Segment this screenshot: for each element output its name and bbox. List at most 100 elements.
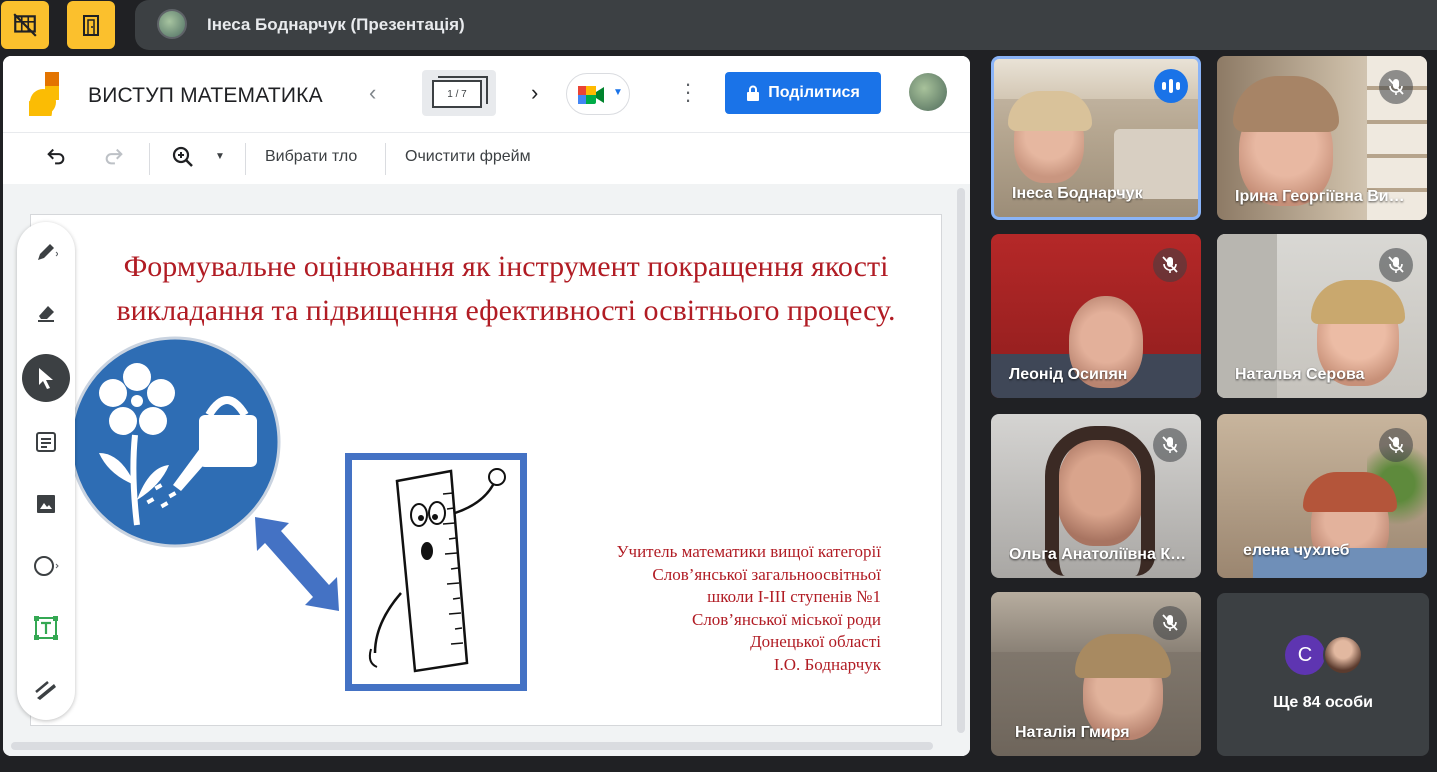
cursor-arrow-icon — [39, 368, 53, 389]
mic-off-icon — [1379, 70, 1413, 104]
caret-down-icon: ▼ — [215, 151, 225, 162]
text-box-button[interactable] — [22, 604, 70, 652]
hide-tiles-button[interactable] — [1, 1, 49, 49]
share-button[interactable]: Поділитися — [725, 72, 881, 114]
dropdown-arrow-icon: ▼ — [613, 87, 623, 98]
clear-frame-button[interactable]: Очистити фрейм — [405, 148, 531, 166]
participant-name: Леонід Осипян — [1009, 366, 1128, 383]
lock-icon — [747, 85, 760, 101]
mic-off-icon — [1153, 606, 1187, 640]
redo-icon — [105, 148, 123, 165]
exit-layout-button[interactable] — [67, 1, 115, 49]
more-participants-label: Ще 84 особи — [1273, 694, 1373, 711]
select-tool-button[interactable] — [22, 354, 70, 402]
participant-tile[interactable]: елена чухлеб — [1217, 414, 1427, 578]
participant-name: Наталья Серова — [1235, 366, 1365, 383]
previous-frame-button[interactable]: ‹ — [369, 80, 376, 106]
shape-tool-button[interactable] — [22, 542, 70, 590]
presenter-avatar — [157, 9, 187, 39]
pen-tool-button[interactable] — [22, 228, 70, 276]
author-line: Слов’янської міської роди — [691, 609, 881, 629]
undo-icon — [47, 148, 65, 165]
participant-initial-avatar: С — [1285, 635, 1325, 675]
jamboard-logo-icon — [29, 72, 59, 116]
set-background-button[interactable]: Вибрати тло — [265, 148, 357, 166]
google-meet-icon — [578, 86, 604, 104]
participant-name: Ольга Анатоліївна Коваленко — [1009, 546, 1189, 563]
jamboard-toolbar: ▼ Вибрати тло Очистити фрейм — [3, 132, 970, 184]
participant-name: Наталія Гмиря — [1015, 724, 1130, 741]
speaking-indicator-icon — [1154, 69, 1188, 103]
account-avatar[interactable] — [909, 73, 947, 111]
author-info: Учитель математики вищої категорії Слов’… — [551, 541, 881, 676]
participant-name: Ірина Георгіївна Вишнякова — [1235, 188, 1415, 205]
undo-button[interactable] — [45, 145, 67, 173]
mic-off-icon — [1153, 248, 1187, 282]
author-line: школи І-ІІІ ступенів №1 — [707, 587, 881, 606]
laser-pointer-icon — [35, 681, 56, 700]
slide-frame: Формувальне оцінювання як інструмент пок… — [30, 214, 942, 726]
toolbar-divider — [149, 143, 150, 175]
sticky-note-button[interactable] — [22, 418, 70, 466]
author-line: Учитель математики вищої категорії — [616, 542, 881, 561]
toolbar-divider — [385, 143, 386, 175]
chevron-left-icon: ‹ — [369, 80, 377, 105]
author-line: Слов’янської загальноосвітньої — [652, 564, 881, 584]
frame-bar-button[interactable]: 1 / 7 — [422, 70, 496, 116]
add-image-button[interactable] — [22, 480, 70, 528]
vertical-scrollbar[interactable] — [957, 188, 965, 733]
mic-off-icon — [1379, 428, 1413, 462]
participant-tile[interactable]: Наталія Гмиря — [991, 592, 1201, 756]
presentation-chip[interactable]: Інеса Боднарчук (Презентація) — [135, 0, 1437, 50]
toolbar-divider — [245, 143, 246, 175]
laser-tool-button[interactable] — [22, 666, 70, 714]
next-frame-button[interactable]: › — [531, 80, 538, 106]
zoom-dropdown-button[interactable]: ▼ — [215, 151, 225, 162]
jam-title[interactable]: ВИСТУП МАТЕМАТИКА — [88, 84, 323, 108]
eraser-icon — [38, 306, 54, 322]
participant-tile[interactable]: Наталья Серова — [1217, 234, 1427, 398]
participant-tile[interactable]: Ірина Георгіївна Вишнякова — [1217, 56, 1427, 220]
participant-video — [1008, 91, 1092, 131]
zoom-in-icon — [172, 146, 193, 167]
text-box-icon — [34, 616, 58, 640]
circle-shape-icon — [34, 556, 59, 576]
grid-off-icon — [13, 13, 37, 37]
drawing-tools-palette — [17, 222, 75, 720]
more-vert-icon: · · · — [684, 71, 692, 112]
participant-tile[interactable]: Леонід Осипян — [991, 234, 1201, 398]
door-icon — [83, 15, 99, 36]
participant-video — [1233, 76, 1339, 132]
slide-title: Формувальне оцінювання як інструмент пок… — [116, 250, 896, 327]
watering-flower-icon — [69, 336, 281, 548]
meet-top-bar: Інеса Боднарчук (Презентація) — [0, 0, 1437, 52]
participant-video — [1303, 472, 1397, 512]
participant-photo-avatar — [1323, 635, 1363, 675]
meet-present-button[interactable]: ▼ — [566, 73, 630, 115]
more-options-button[interactable]: · · · — [683, 73, 693, 111]
author-line: Донецької області — [750, 632, 881, 651]
mic-off-icon — [1379, 248, 1413, 282]
participant-tile[interactable]: Інеса Боднарчук — [991, 56, 1201, 220]
redo-button[interactable] — [103, 145, 125, 173]
horizontal-scrollbar[interactable] — [11, 742, 933, 750]
ruler-cartoon-image — [345, 453, 527, 691]
participant-video — [1311, 280, 1405, 324]
participant-name: елена чухлеб — [1243, 542, 1350, 559]
author-line: І.О. Боднарчук — [773, 654, 881, 674]
sticky-note-icon — [36, 432, 56, 452]
double-arrow-icon — [255, 517, 339, 611]
participant-name: Інеса Боднарчук — [1012, 185, 1143, 202]
jamboard-panel: ВИСТУП МАТЕМАТИКА ‹ 1 / 7 › ▼ · · · Поді… — [3, 56, 970, 756]
jamboard-header: ВИСТУП МАТЕМАТИКА ‹ 1 / 7 › ▼ · · · Поді… — [3, 56, 970, 132]
more-participants-tile[interactable]: С Ще 84 особи — [1217, 593, 1429, 756]
participant-tile[interactable]: Ольга Анатоліївна Коваленко — [991, 414, 1201, 578]
pen-icon — [38, 244, 58, 260]
eraser-tool-button[interactable] — [22, 288, 70, 336]
share-label: Поділитися — [768, 84, 860, 101]
presenter-label: Інеса Боднарчук (Презентація) — [207, 15, 465, 34]
image-icon — [37, 495, 55, 513]
zoom-button[interactable] — [171, 145, 195, 175]
mic-off-icon — [1153, 428, 1187, 462]
frame-counter: 1 / 7 — [432, 80, 482, 108]
